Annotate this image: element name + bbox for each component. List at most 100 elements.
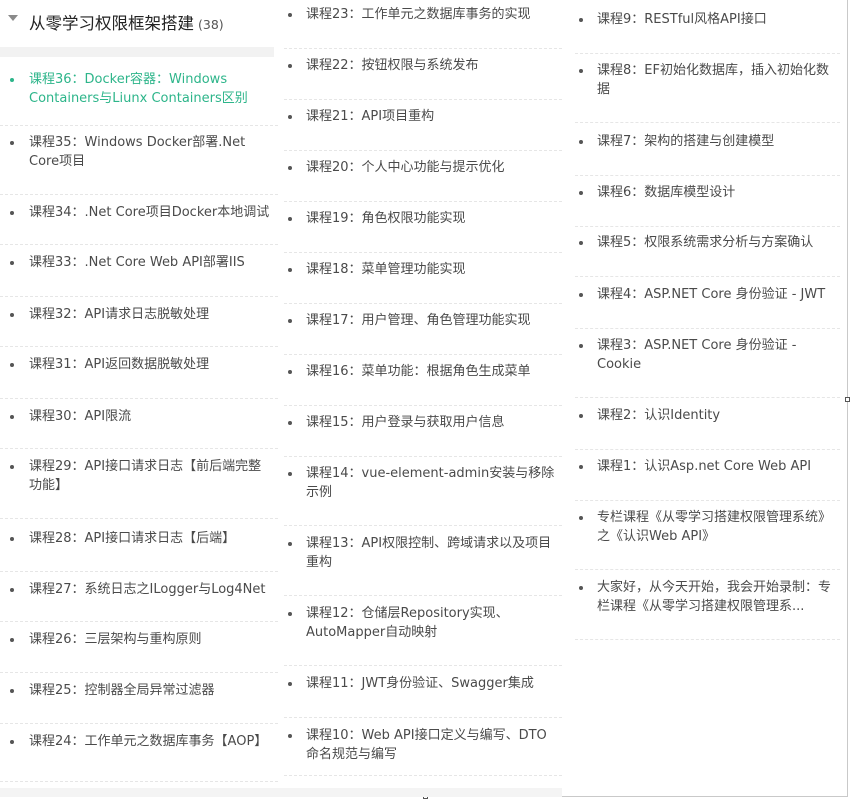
course-item[interactable]: 课程1：认识Asp.net Core Web API bbox=[575, 457, 840, 501]
bullet-icon bbox=[288, 115, 292, 119]
bullet-icon bbox=[10, 363, 14, 367]
course-title-link[interactable]: 课程14：vue-element-admin安装与移除示例 bbox=[306, 464, 558, 502]
course-item[interactable]: 课程31：API返回数据脱敏处理 bbox=[0, 355, 278, 399]
course-title-link[interactable]: 课程19：角色权限功能实现 bbox=[306, 209, 558, 228]
course-item[interactable]: 课程17：用户管理、角色管理功能实现 bbox=[284, 311, 562, 355]
course-item[interactable]: 课程35：Windows Docker部署.Net Core项目 bbox=[0, 133, 278, 195]
header-divider bbox=[0, 47, 274, 57]
course-title-link[interactable]: 课程18：菜单管理功能实现 bbox=[306, 260, 558, 279]
course-title-link[interactable]: 课程33：.Net Core Web API部署IIS bbox=[29, 253, 274, 272]
course-item[interactable]: 课程30：API限流 bbox=[0, 407, 278, 449]
course-item[interactable]: 专栏课程《从零学习搭建权限管理系统》之《认识Web API》 bbox=[575, 508, 840, 570]
course-title-link[interactable]: 课程9：RESTful风格API接口 bbox=[597, 10, 836, 29]
course-title-link[interactable]: 课程11：JWT身份验证、Swagger集成 bbox=[306, 674, 558, 693]
course-item[interactable]: 课程29：API接口请求日志【前后端完整功能】 bbox=[0, 457, 278, 519]
course-title-link[interactable]: 课程25：控制器全局异常过滤器 bbox=[29, 681, 274, 700]
course-title-link[interactable]: 课程36：Docker容器：Windows Containers与Liunx C… bbox=[29, 70, 274, 108]
bullet-icon bbox=[579, 344, 583, 348]
bullet-icon bbox=[288, 217, 292, 221]
course-title-link[interactable]: 课程12：仓储层Repository实现、AutoMapper自动映射 bbox=[306, 604, 558, 642]
course-title-link[interactable]: 课程23：工作单元之数据库事务的实现 bbox=[306, 5, 558, 24]
bullet-icon bbox=[288, 682, 292, 686]
course-item[interactable]: 课程27：系统日志之ILogger与Log4Net bbox=[0, 580, 278, 622]
course-item[interactable]: 课程15：用户登录与获取用户信息 bbox=[284, 413, 562, 457]
bullet-icon bbox=[10, 465, 14, 469]
course-title-link[interactable]: 课程16：菜单功能：根据角色生成菜单 bbox=[306, 362, 558, 381]
course-title-link[interactable]: 课程34：.Net Core项目Docker本地调试 bbox=[29, 203, 274, 222]
course-item[interactable]: 课程11：JWT身份验证、Swagger集成 bbox=[284, 674, 562, 718]
course-item[interactable]: 课程16：菜单功能：根据角色生成菜单 bbox=[284, 362, 562, 406]
course-title-link[interactable]: 课程21：API项目重构 bbox=[306, 107, 558, 126]
course-item[interactable]: 课程33：.Net Core Web API部署IIS bbox=[0, 253, 278, 297]
category-header[interactable]: 从零学习权限框架搭建 (38) bbox=[0, 0, 278, 47]
course-item[interactable]: 课程24：工作单元之数据库事务【AOP】 bbox=[0, 732, 278, 782]
course-item[interactable]: 课程3：ASP.NET Core 身份验证 - Cookie bbox=[575, 336, 840, 398]
course-item[interactable]: 课程6：数据库模型设计 bbox=[575, 183, 840, 227]
course-title-link[interactable]: 课程20：个人中心功能与提示优化 bbox=[306, 158, 558, 177]
bullet-icon bbox=[579, 18, 583, 22]
course-item[interactable]: 课程18：菜单管理功能实现 bbox=[284, 260, 562, 304]
course-item[interactable]: 课程12：仓储层Repository实现、AutoMapper自动映射 bbox=[284, 604, 562, 666]
course-title-link[interactable]: 课程28：API接口请求日志【后端】 bbox=[29, 529, 274, 548]
course-title-link[interactable]: 课程5：权限系统需求分析与方案确认 bbox=[597, 233, 836, 252]
course-item[interactable]: 课程4：ASP.NET Core 身份验证 - JWT bbox=[575, 285, 840, 329]
course-title-link[interactable]: 课程26：三层架构与重构原则 bbox=[29, 630, 274, 649]
bullet-icon bbox=[579, 414, 583, 418]
bullet-icon bbox=[10, 415, 14, 419]
bullet-icon bbox=[10, 638, 14, 642]
course-item[interactable]: 大家好，从今天开始，我会开始录制：专栏课程《从零学习搭建权限管理系... bbox=[575, 578, 840, 640]
collapse-triangle-icon[interactable] bbox=[8, 15, 18, 21]
course-item[interactable]: 课程13：API权限控制、跨域请求以及项目重构 bbox=[284, 534, 562, 596]
course-item[interactable]: 课程34：.Net Core项目Docker本地调试 bbox=[0, 203, 278, 245]
course-item[interactable]: 课程14：vue-element-admin安装与移除示例 bbox=[284, 464, 562, 526]
bullet-icon bbox=[288, 421, 292, 425]
resize-handle-right[interactable] bbox=[845, 397, 850, 402]
course-item[interactable]: 课程20：个人中心功能与提示优化 bbox=[284, 158, 562, 202]
bullet-icon bbox=[579, 241, 583, 245]
bullet-icon bbox=[579, 140, 583, 144]
course-item[interactable]: 课程22：按钮权限与系统发布 bbox=[284, 56, 562, 100]
course-title-link[interactable]: 课程35：Windows Docker部署.Net Core项目 bbox=[29, 133, 274, 171]
course-item[interactable]: 课程7：架构的搭建与创建模型 bbox=[575, 132, 840, 176]
course-item[interactable]: 课程23：工作单元之数据库事务的实现 bbox=[284, 5, 562, 49]
course-title-link[interactable]: 课程7：架构的搭建与创建模型 bbox=[597, 132, 836, 151]
course-title-link[interactable]: 课程3：ASP.NET Core 身份验证 - Cookie bbox=[597, 336, 836, 374]
course-title-link[interactable]: 大家好，从今天开始，我会开始录制：专栏课程《从零学习搭建权限管理系... bbox=[597, 578, 836, 616]
course-title-link[interactable]: 课程17：用户管理、角色管理功能实现 bbox=[306, 311, 558, 330]
course-title-link[interactable]: 课程29：API接口请求日志【前后端完整功能】 bbox=[29, 457, 274, 495]
course-item[interactable]: 课程28：API接口请求日志【后端】 bbox=[0, 529, 278, 572]
bullet-icon bbox=[288, 542, 292, 546]
bullet-icon bbox=[10, 689, 14, 693]
course-item[interactable]: 课程32：API请求日志脱敏处理 bbox=[0, 305, 278, 347]
course-title-link[interactable]: 课程10：Web API接口定义与编写、DTO命名规范与编写 bbox=[306, 726, 558, 764]
course-item[interactable]: 课程2：认识Identity bbox=[575, 406, 840, 450]
course-title-link[interactable]: 课程27：系统日志之ILogger与Log4Net bbox=[29, 580, 274, 599]
category-count: (38) bbox=[198, 17, 224, 32]
course-title-link[interactable]: 课程32：API请求日志脱敏处理 bbox=[29, 305, 274, 324]
course-title-link[interactable]: 课程30：API限流 bbox=[29, 407, 274, 426]
course-item[interactable]: 课程8：EF初始化数据库，插入初始化数据 bbox=[575, 61, 840, 123]
course-title-link[interactable]: 专栏课程《从零学习搭建权限管理系统》之《认识Web API》 bbox=[597, 508, 836, 546]
course-title-link[interactable]: 课程13：API权限控制、跨域请求以及项目重构 bbox=[306, 534, 558, 572]
course-item[interactable]: 课程26：三层架构与重构原则 bbox=[0, 630, 278, 673]
course-title-link[interactable]: 课程1：认识Asp.net Core Web API bbox=[597, 457, 836, 476]
course-title-link[interactable]: 课程24：工作单元之数据库事务【AOP】 bbox=[29, 732, 274, 751]
course-title-link[interactable]: 课程6：数据库模型设计 bbox=[597, 183, 836, 202]
course-title-link[interactable]: 课程22：按钮权限与系统发布 bbox=[306, 56, 558, 75]
bullet-icon bbox=[10, 537, 14, 541]
course-title-link[interactable]: 课程8：EF初始化数据库，插入初始化数据 bbox=[597, 61, 836, 99]
bullet-icon bbox=[579, 465, 583, 469]
course-item[interactable]: 课程21：API项目重构 bbox=[284, 107, 562, 151]
course-title-link[interactable]: 课程15：用户登录与获取用户信息 bbox=[306, 413, 558, 432]
course-title-link[interactable]: 课程31：API返回数据脱敏处理 bbox=[29, 355, 274, 374]
course-title-link[interactable]: 课程2：认识Identity bbox=[597, 406, 836, 425]
column-1: 从零学习权限框架搭建 (38) 课程36：Docker容器：Windows Con… bbox=[0, 0, 278, 782]
course-item[interactable]: 课程5：权限系统需求分析与方案确认 bbox=[575, 233, 840, 277]
course-item[interactable]: 课程36：Docker容器：Windows Containers与Liunx C… bbox=[0, 70, 278, 126]
course-title-link[interactable]: 课程4：ASP.NET Core 身份验证 - JWT bbox=[597, 285, 836, 304]
course-item[interactable]: 课程10：Web API接口定义与编写、DTO命名规范与编写 bbox=[284, 726, 562, 776]
course-item[interactable]: 课程25：控制器全局异常过滤器 bbox=[0, 681, 278, 724]
course-item[interactable]: 课程19：角色权限功能实现 bbox=[284, 209, 562, 253]
course-item[interactable]: 课程9：RESTful风格API接口 bbox=[575, 10, 840, 54]
category-title: 从零学习权限框架搭建 (38) bbox=[29, 14, 224, 33]
